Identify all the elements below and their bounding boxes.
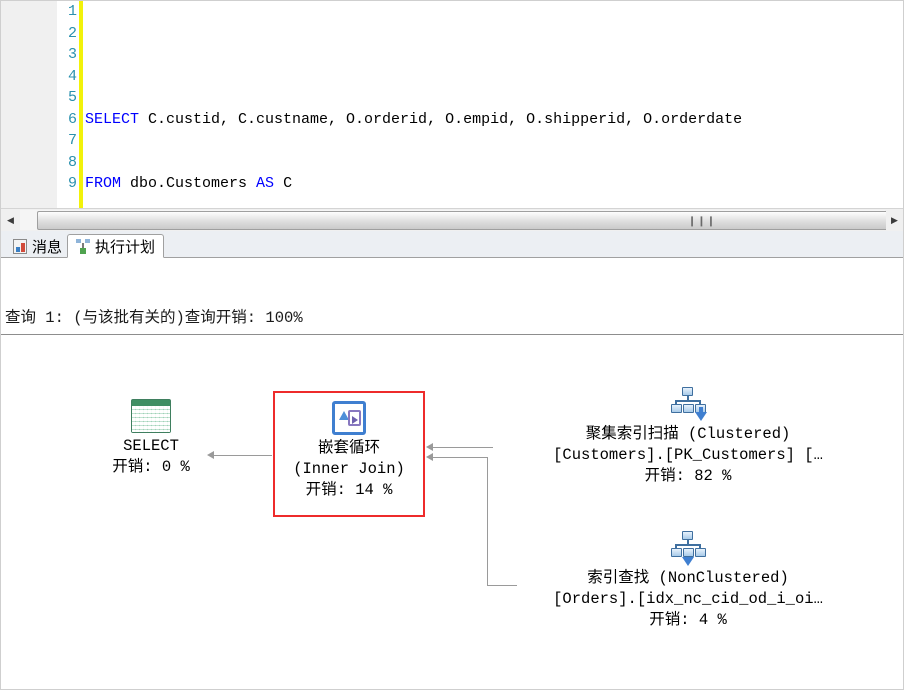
index-seek-icon xyxy=(669,531,707,566)
line-number: 7 xyxy=(67,132,77,149)
execution-plan-icon xyxy=(76,238,90,254)
line-number: 2 xyxy=(67,24,77,42)
index-scan-icon xyxy=(669,387,707,421)
line-number: 6 xyxy=(67,110,77,128)
plan-node-nested-loops-subtitle: (Inner Join) xyxy=(293,460,405,478)
plan-node-clustered-index-scan-cost: 开销: 82 % xyxy=(644,467,732,485)
ssms-query-window: 1 2 3 4 5 6 7 8 9 SELECT C.custid, C.cus… xyxy=(0,0,904,690)
plan-node-nested-loops[interactable]: 嵌套循环 (Inner Join) 开销: 14 % xyxy=(273,391,425,517)
messages-icon xyxy=(13,238,27,254)
execution-plan-canvas[interactable]: SELECT 开销: 0 % 嵌套循环 (Inner Join) 开销: 14 … xyxy=(1,337,903,689)
plan-node-index-seek-cost: 开销: 4 % xyxy=(649,611,727,629)
plan-header-separator xyxy=(1,334,903,335)
connector-seek-to-loop-upper xyxy=(433,457,487,458)
editor-horizontal-scrollbar[interactable]: ◀ ❙❙❙ ▶ xyxy=(1,208,903,231)
connector-arrow-seek-to-loop xyxy=(426,453,433,461)
plan-node-index-seek-object: [Orders].[idx_nc_cid_od_i_oi… xyxy=(553,590,823,608)
scroll-left-arrow-icon[interactable]: ◀ xyxy=(2,210,19,230)
plan-node-nested-loops-title: 嵌套循环 xyxy=(317,439,380,457)
sql-code-text[interactable]: SELECT C.custid, C.custname, O.orderid, … xyxy=(85,1,742,208)
code-line-2: SELECT C.custid, C.custname, O.orderid, … xyxy=(85,110,743,128)
nested-loops-icon xyxy=(332,401,366,435)
line-number: 3 xyxy=(67,46,77,63)
tab-messages[interactable]: 消息 xyxy=(5,234,70,258)
plan-header-text: 查询 1: (与该批有关的)查询开销: 100% SELECT C.custid… xyxy=(1,258,903,333)
scroll-right-arrow-icon[interactable]: ▶ xyxy=(886,210,903,230)
editor-change-bar xyxy=(79,1,83,208)
code-line-3: FROM dbo.Customers AS C xyxy=(85,175,293,192)
results-tab-strip: 消息 执行计划 xyxy=(1,231,903,258)
plan-node-clustered-index-scan[interactable]: 聚集索引扫描 (Clustered) [Customers].[PK_Custo… xyxy=(493,387,883,487)
line-number: 1 xyxy=(67,3,77,20)
plan-node-select[interactable]: SELECT 开销: 0 % xyxy=(61,399,241,478)
result-grid-icon xyxy=(131,399,171,433)
line-number: 8 xyxy=(67,153,77,171)
plan-node-clustered-index-scan-title: 聚集索引扫描 (Clustered) xyxy=(585,425,791,443)
plan-node-clustered-index-scan-object: [Customers].[PK_Customers] [… xyxy=(553,446,823,464)
scrollbar-grip-icon: ❙❙❙ xyxy=(687,216,717,227)
plan-node-select-cost: 开销: 0 % xyxy=(112,458,190,476)
plan-node-index-seek-title: 索引查找 (NonClustered) xyxy=(587,569,789,587)
query-cost-line: 查询 1: (与该批有关的)查询开销: 100% xyxy=(5,309,303,327)
line-number: 4 xyxy=(67,67,77,85)
tab-execution-plan[interactable]: 执行计划 xyxy=(67,234,165,258)
scrollbar-track[interactable]: ❙❙❙ xyxy=(20,210,903,230)
scrollbar-thumb[interactable]: ❙❙❙ xyxy=(37,211,903,230)
connector-seek-to-loop-vertical xyxy=(487,457,488,585)
line-number: 9 xyxy=(67,175,77,192)
sql-editor-pane[interactable]: 1 2 3 4 5 6 7 8 9 SELECT C.custid, C.cus… xyxy=(1,1,903,208)
plan-node-index-seek[interactable]: 索引查找 (NonClustered) [Orders].[idx_nc_cid… xyxy=(493,531,883,631)
line-number-gutter: 1 2 3 4 5 6 7 8 9 xyxy=(57,1,79,208)
connector-scan-to-loop xyxy=(433,447,493,448)
tab-execution-plan-label: 执行计划 xyxy=(95,238,156,256)
connector-arrow-scan-to-loop xyxy=(426,443,433,451)
plan-node-nested-loops-cost: 开销: 14 % xyxy=(305,481,393,499)
plan-node-select-title: SELECT xyxy=(123,437,179,455)
tab-messages-label: 消息 xyxy=(32,238,63,256)
line-number: 5 xyxy=(67,89,77,106)
editor-indicator-margin xyxy=(1,1,57,208)
